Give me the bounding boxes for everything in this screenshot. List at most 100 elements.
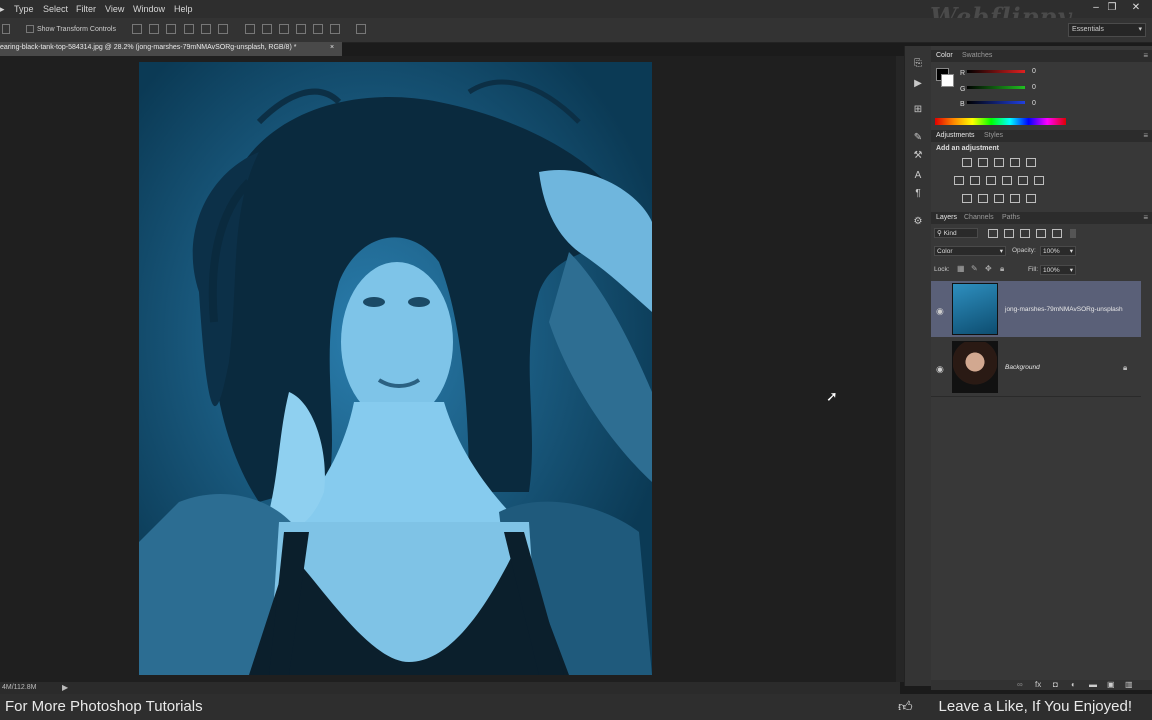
lock-all-icon[interactable]: 🔒︎ — [1000, 264, 1004, 274]
filter-shape-icon[interactable] — [1036, 229, 1046, 238]
menu-filter[interactable]: Filter — [76, 4, 96, 14]
tool-presets-icon[interactable]: ⚙ — [912, 216, 924, 228]
character-icon[interactable]: A — [912, 170, 924, 182]
blend-mode-select[interactable]: Color ▾ — [934, 246, 1006, 256]
tab-styles[interactable]: Styles — [984, 132, 1003, 139]
panel-menu-icon[interactable]: ≡ — [1143, 213, 1148, 222]
tab-adjustments[interactable]: Adjustments — [936, 132, 975, 139]
properties-icon[interactable]: ⊞ — [912, 104, 924, 116]
lock-pixels-icon[interactable]: ✎ — [971, 264, 978, 273]
new-group-icon[interactable]: ▬ — [1089, 680, 1097, 689]
green-value[interactable]: 0 — [1029, 84, 1058, 93]
fill-field[interactable]: 100% ▾ — [1040, 265, 1076, 275]
status-menu-arrow-icon[interactable]: ▶ — [62, 683, 68, 692]
tab-channels[interactable]: Channels — [964, 214, 994, 221]
posterize-icon[interactable] — [978, 194, 988, 203]
menu-window[interactable]: Window — [133, 4, 165, 14]
layer-filter-kind[interactable]: ⚲ Kind — [934, 228, 978, 238]
close-icon[interactable]: ✕ — [1130, 2, 1142, 14]
new-layer-icon[interactable]: ▣ — [1107, 680, 1115, 689]
red-slider[interactable] — [967, 70, 1025, 73]
visibility-eye-icon[interactable]: ◉ — [936, 364, 944, 375]
minimize-icon[interactable]: – — [1090, 2, 1102, 14]
distribute-left-icon[interactable] — [296, 24, 306, 34]
restore-icon[interactable]: ❐ — [1106, 2, 1118, 14]
blue-slider[interactable] — [967, 101, 1025, 104]
invert-icon[interactable] — [962, 194, 972, 203]
chevron-down-icon: ▾ — [1069, 267, 1073, 274]
align-right-icon[interactable] — [218, 24, 228, 34]
color-lookup-icon[interactable] — [1034, 176, 1044, 185]
menu-type[interactable]: Type — [14, 4, 34, 14]
layer-row-background[interactable]: ◉ Background 🔒︎ — [931, 339, 1141, 395]
tab-color[interactable]: Color — [936, 52, 953, 59]
vibrance-icon[interactable] — [1026, 158, 1036, 167]
align-hcenter-icon[interactable] — [201, 24, 211, 34]
blue-value[interactable]: 0 — [1029, 100, 1058, 109]
align-bottom-icon[interactable] — [166, 24, 176, 34]
distribute-right-icon[interactable] — [330, 24, 340, 34]
curves-icon[interactable] — [994, 158, 1004, 167]
menu-view[interactable]: View — [105, 4, 124, 14]
color-spectrum-ramp[interactable] — [935, 118, 1066, 125]
add-mask-icon[interactable]: ◘ — [1053, 680, 1058, 689]
clone-source-icon[interactable]: ⚒ — [912, 150, 924, 162]
distribute-bottom-icon[interactable] — [279, 24, 289, 34]
red-value[interactable]: 0 — [1029, 68, 1058, 77]
panel-menu-icon[interactable]: ≡ — [1143, 131, 1148, 140]
fx-icon[interactable]: fx — [1035, 680, 1041, 689]
panel-menu-icon[interactable]: ≡ — [1143, 51, 1148, 60]
green-slider[interactable] — [967, 86, 1025, 89]
delete-layer-icon[interactable]: ▥ — [1125, 680, 1133, 689]
history-panel-icon[interactable]: ⎘ — [912, 58, 924, 70]
align-left-icon[interactable] — [184, 24, 194, 34]
distribute-top-icon[interactable] — [245, 24, 255, 34]
brush-panel-icon[interactable]: ✎ — [912, 132, 924, 144]
link-layers-icon[interactable]: ∞ — [1017, 680, 1023, 689]
channel-mixer-icon[interactable] — [1018, 176, 1028, 185]
new-adjustment-icon[interactable]: ◐ — [1071, 680, 1076, 689]
canvas-image[interactable] — [139, 62, 652, 675]
hue-saturation-icon[interactable] — [954, 176, 964, 185]
filter-pixel-icon[interactable] — [988, 229, 998, 238]
lock-transparency-icon[interactable]: ▦ — [957, 264, 965, 273]
show-transform-checkbox[interactable] — [26, 25, 34, 33]
photo-filter-icon[interactable] — [1002, 176, 1012, 185]
auto-align-icon[interactable] — [356, 24, 366, 34]
align-vcenter-icon[interactable] — [149, 24, 159, 34]
canvas-vertical-scrollbar[interactable] — [896, 56, 904, 682]
opacity-field[interactable]: 100% ▾ — [1040, 246, 1076, 256]
layer-name[interactable]: jong-marshes-79mNMAvSORg-unsplash — [1005, 306, 1123, 313]
selective-color-icon[interactable] — [1026, 194, 1036, 203]
brightness-contrast-icon[interactable] — [962, 158, 972, 167]
tab-layers[interactable]: Layers — [936, 214, 957, 221]
filter-adjustment-icon[interactable] — [1004, 229, 1014, 238]
threshold-icon[interactable] — [994, 194, 1004, 203]
menu-help[interactable]: Help — [174, 4, 193, 14]
distribute-hcenter-icon[interactable] — [313, 24, 323, 34]
filter-type-icon[interactable] — [1020, 229, 1030, 238]
layer-name[interactable]: Background — [1005, 364, 1040, 371]
color-balance-icon[interactable] — [970, 176, 980, 185]
layer-row-selected[interactable]: ◉ jong-marshes-79mNMAvSORg-unsplash — [931, 281, 1141, 337]
tool-preset-icon[interactable] — [2, 24, 10, 34]
visibility-eye-icon[interactable]: ◉ — [936, 306, 944, 317]
distribute-vcenter-icon[interactable] — [262, 24, 272, 34]
filter-smart-object-icon[interactable] — [1052, 229, 1062, 238]
gradient-map-icon[interactable] — [1010, 194, 1020, 203]
levels-icon[interactable] — [978, 158, 988, 167]
paragraph-icon[interactable]: ¶ — [912, 188, 924, 200]
lock-position-icon[interactable]: ✥ — [985, 264, 992, 273]
menu-select[interactable]: Select — [43, 4, 68, 14]
background-color-swatch[interactable] — [941, 74, 954, 87]
align-top-icon[interactable] — [132, 24, 142, 34]
filter-toggle[interactable] — [1070, 229, 1076, 238]
actions-play-icon[interactable]: ▶ — [912, 78, 924, 90]
workspace-select[interactable]: Essentials ▾ — [1068, 23, 1146, 37]
exposure-icon[interactable] — [1010, 158, 1020, 167]
document-tab[interactable]: earing-black-tank-top-584314.jpg @ 28.2%… — [0, 42, 342, 56]
black-white-icon[interactable] — [986, 176, 996, 185]
tab-swatches[interactable]: Swatches — [962, 52, 992, 59]
close-tab-icon[interactable]: × — [330, 44, 334, 51]
tab-paths[interactable]: Paths — [1002, 214, 1020, 221]
